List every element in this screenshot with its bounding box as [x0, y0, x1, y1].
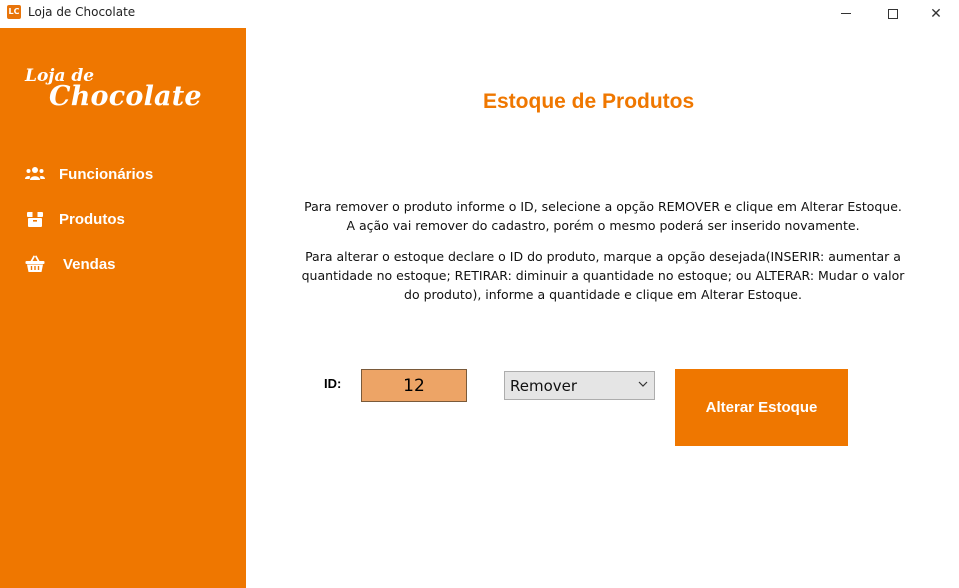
instructions-alter: Para alterar o estoque declare o ID do p…: [301, 249, 905, 302]
sidebar: Loja de Chocolate Funcionários Produtos: [0, 28, 246, 588]
id-label: ID:: [324, 376, 342, 391]
sidebar-item-vendas[interactable]: Vendas: [24, 252, 116, 276]
close-icon: ✕: [930, 5, 942, 22]
sidebar-item-label: Vendas: [63, 255, 116, 273]
instructions-remove: Para remover o produto informe o ID, sel…: [304, 199, 902, 233]
sidebar-item-produtos[interactable]: Produtos: [24, 207, 125, 231]
operation-select[interactable]: Remover: [504, 371, 655, 400]
box-icon: [24, 209, 46, 229]
maximize-button[interactable]: [870, 0, 916, 27]
id-input[interactable]: [361, 369, 467, 402]
alter-stock-button[interactable]: Alterar Estoque: [675, 369, 848, 446]
window-titlebar: LC Loja de Chocolate ✕: [0, 0, 959, 27]
page-title: Estoque de Produtos: [483, 90, 695, 113]
maximize-icon: [888, 8, 898, 19]
sidebar-item-funcionarios[interactable]: Funcionários: [24, 162, 153, 186]
logo-line-2: Chocolate: [49, 81, 202, 112]
minimize-icon: [841, 13, 851, 14]
users-icon: [24, 164, 46, 184]
close-button[interactable]: ✕: [913, 0, 959, 27]
sidebar-item-label: Funcionários: [59, 165, 154, 183]
minimize-button[interactable]: [823, 0, 869, 27]
sidebar-item-label: Produtos: [59, 210, 125, 228]
operation-select-value: Remover: [510, 376, 578, 395]
chevron-down-icon: [638, 381, 648, 387]
basket-icon: [24, 254, 46, 274]
app-logo-icon: LC: [7, 5, 21, 19]
window-title: Loja de Chocolate: [28, 5, 136, 19]
